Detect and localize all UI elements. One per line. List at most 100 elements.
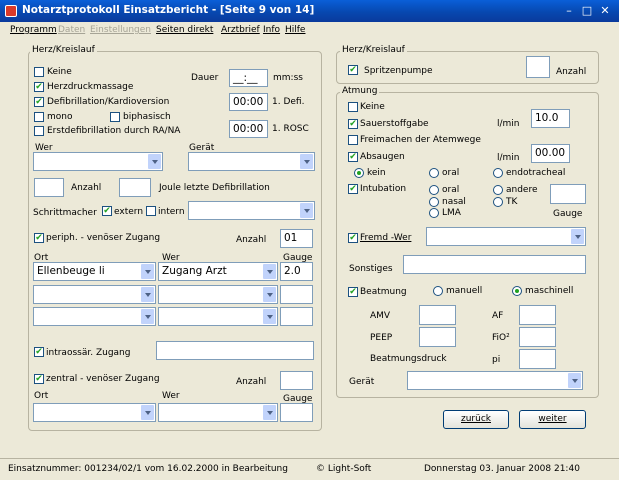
sauerstoff-checkbox[interactable]: ✔ xyxy=(348,119,358,129)
intubation-andere-label: andere xyxy=(506,185,538,195)
herzdruckmassage-label: Herzdruckmassage xyxy=(47,82,134,92)
intubation-checkbox[interactable]: ✔ xyxy=(348,184,358,194)
periph-anzahl-field[interactable]: 01 xyxy=(280,229,313,248)
zugang-wer-select-3[interactable] xyxy=(158,307,278,326)
freimachen-label: Freimachen der Atemwege xyxy=(360,135,481,145)
absaugen-label: Absaugen xyxy=(360,152,405,162)
chevron-down-icon xyxy=(568,373,581,388)
weiter-button[interactable]: weiter xyxy=(519,410,586,429)
weiter-button-label: weiter xyxy=(538,414,567,424)
af-field[interactable] xyxy=(519,305,556,325)
geraet-select[interactable] xyxy=(188,152,315,171)
close-button[interactable]: ✕ xyxy=(597,4,613,18)
rosc-time-label: 1. ROSC xyxy=(272,124,309,134)
freimachen-checkbox[interactable] xyxy=(348,135,358,145)
keine-checkbox[interactable] xyxy=(34,67,44,77)
chevron-down-icon xyxy=(141,405,154,420)
sonstiges-field[interactable] xyxy=(403,255,586,274)
biphasisch-checkbox[interactable] xyxy=(110,112,120,122)
beatmung-label: Beatmung xyxy=(360,287,407,297)
zugang-ort-select-2[interactable] xyxy=(33,285,156,304)
pi-field[interactable] xyxy=(519,349,556,369)
defi-anzahl-label: Anzahl xyxy=(71,183,102,193)
intubation-lma-radio[interactable] xyxy=(429,208,439,218)
menu-programm[interactable]: Programm xyxy=(10,25,57,35)
beatmung-checkbox[interactable]: ✔ xyxy=(348,287,358,297)
defibrillation-checkbox[interactable]: ✔ xyxy=(34,97,44,107)
zugang-ort-select-3[interactable] xyxy=(33,307,156,326)
zentral-venoes-checkbox[interactable]: ✔ xyxy=(34,374,44,384)
fio2-field[interactable] xyxy=(519,327,556,347)
amv-label: AMV xyxy=(370,311,391,321)
maximize-button[interactable]: □ xyxy=(579,4,595,18)
datetime-status: Donnerstag 03. Januar 2008 21:40 xyxy=(424,464,580,474)
sauerstoff-field[interactable]: 10.0 xyxy=(531,109,570,128)
zentral-ort-select[interactable] xyxy=(33,403,156,422)
absaugen-field[interactable]: 00.00 xyxy=(531,144,570,163)
zugang-gauge-field-1[interactable]: 2.0 xyxy=(280,262,313,281)
sauerstoff-label: Sauerstoffgabe xyxy=(360,119,429,129)
intraossaer-field[interactable] xyxy=(156,341,314,360)
zentral-gauge-field[interactable] xyxy=(280,403,313,422)
atmung-title: Atmung xyxy=(340,86,380,96)
extern-checkbox[interactable]: ✔ xyxy=(102,206,112,216)
joule-field[interactable] xyxy=(119,178,151,197)
schrittmacher-select[interactable] xyxy=(188,201,315,220)
intraossaer-checkbox[interactable]: ✔ xyxy=(34,347,44,357)
zugang-ort-select-1[interactable]: Ellenbeuge li xyxy=(33,262,156,281)
zurueck-button[interactable]: zurück xyxy=(443,410,509,429)
minimize-button[interactable]: – xyxy=(561,4,577,18)
intern-label: intern xyxy=(158,207,185,217)
absaugen-endotracheal-radio[interactable] xyxy=(493,168,503,178)
herzdruckmassage-checkbox[interactable]: ✔ xyxy=(34,82,44,92)
extern-label: extern xyxy=(114,207,144,217)
zugang-wer-select-1[interactable]: Zugang Arzt xyxy=(158,262,278,281)
intubation-gauge-label: Gauge xyxy=(553,209,583,219)
intubation-andere-radio[interactable] xyxy=(493,185,503,195)
atmung-geraet-select[interactable] xyxy=(407,371,583,390)
spritzenpumpe-checkbox[interactable]: ✔ xyxy=(348,65,358,75)
intubation-label: Intubation xyxy=(360,184,407,194)
intubation-tk-radio[interactable] xyxy=(493,197,503,207)
atmung-keine-checkbox[interactable] xyxy=(348,102,358,112)
intern-checkbox[interactable] xyxy=(146,206,156,216)
title-bar: Notarztprotokoll Einsatzbericht - [Seite… xyxy=(0,0,619,22)
fremd-wer-checkbox[interactable]: ✔ xyxy=(348,233,358,243)
periph-venoes-checkbox[interactable]: ✔ xyxy=(34,233,44,243)
zugang-gauge-field-3[interactable] xyxy=(280,307,313,326)
beatmung-maschinell-radio[interactable] xyxy=(512,286,522,296)
beatmung-manuell-radio[interactable] xyxy=(433,286,443,296)
amv-field[interactable] xyxy=(419,305,456,325)
rosc-time-field[interactable]: 00:00 xyxy=(229,120,268,138)
intubation-gauge-field[interactable] xyxy=(550,184,586,204)
menu-info[interactable]: Info xyxy=(263,25,280,35)
chevron-down-icon xyxy=(263,287,276,302)
absaugen-checkbox[interactable]: ✔ xyxy=(348,152,358,162)
dauer-field[interactable]: __:__ xyxy=(229,69,268,87)
pumpe-anzahl-field[interactable] xyxy=(526,56,550,78)
menu-arztbrief[interactable]: Arztbrief xyxy=(221,25,260,35)
menu-hilfe[interactable]: Hilfe xyxy=(285,25,305,35)
absaugen-oral-radio[interactable] xyxy=(429,168,439,178)
defi-time-field[interactable]: 00:00 xyxy=(229,93,268,111)
erstdefibrillation-checkbox[interactable] xyxy=(34,126,44,136)
zugang-wer-select-2[interactable] xyxy=(158,285,278,304)
fremd-wer-select[interactable] xyxy=(426,227,586,246)
zugang-gauge-field-2[interactable] xyxy=(280,285,313,304)
intubation-nasal-radio[interactable] xyxy=(429,197,439,207)
sonstiges-label: Sonstiges xyxy=(349,264,393,274)
zentral-anzahl-field[interactable] xyxy=(280,371,313,390)
defi-anzahl-field[interactable] xyxy=(34,178,64,197)
absaugen-kein-radio[interactable] xyxy=(354,168,364,178)
defibrillation-label: Defibrillation/Kardioversion xyxy=(47,97,170,107)
schrittmacher-label: Schrittmacher xyxy=(33,208,97,218)
joule-label: Joule letzte Defibrillation xyxy=(159,183,270,193)
mono-checkbox[interactable] xyxy=(34,112,44,122)
chevron-down-icon xyxy=(263,264,276,279)
zentral-wer-select[interactable] xyxy=(158,403,278,422)
wer-select[interactable] xyxy=(33,152,163,171)
menu-seiten-direkt[interactable]: Seiten direkt xyxy=(156,25,213,35)
intubation-oral-radio[interactable] xyxy=(429,185,439,195)
peep-field[interactable] xyxy=(419,327,456,347)
af-label: AF xyxy=(492,311,504,321)
